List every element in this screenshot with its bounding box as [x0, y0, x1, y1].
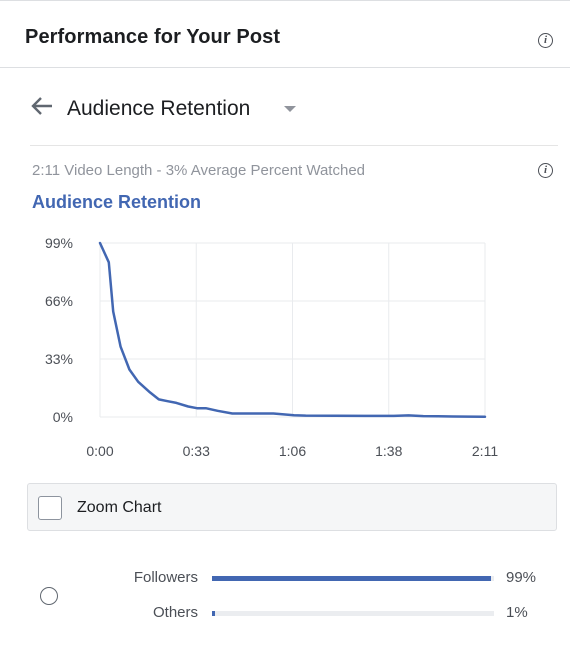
zoom-chart-checkbox[interactable]: [38, 496, 62, 520]
arrow-left-icon[interactable]: [30, 96, 54, 116]
panel-header: Performance for Your Post i: [0, 0, 570, 68]
x-tick-label: 2:11: [472, 443, 498, 459]
panel-title: Performance for Your Post: [25, 26, 281, 48]
info-icon[interactable]: i: [538, 33, 553, 48]
x-tick-label: 1:06: [279, 443, 306, 459]
chart-title: Audience Retention: [32, 192, 202, 212]
video-summary: 2:11 Video Length - 3% Average Percent W…: [32, 162, 366, 179]
followers-label: Followers: [133, 569, 198, 586]
zoom-chart-label: Zoom Chart: [77, 499, 162, 516]
others-percent: 1%: [506, 604, 528, 621]
y-tick-label: 99%: [45, 235, 73, 251]
retention-chart: 99% 66% 33% 0% 0:00 0:33 1:06 1:38 2:11: [0, 225, 570, 470]
y-tick-label: 33%: [45, 351, 73, 367]
caret-down-icon[interactable]: [284, 106, 296, 112]
x-tick-label: 1:38: [375, 443, 402, 459]
retention-chart-svg: 99% 66% 33% 0% 0:00 0:33 1:06 1:38 2:11: [45, 235, 498, 459]
followers-bar: [212, 576, 494, 581]
y-tick-label: 0%: [53, 409, 73, 425]
divider: [30, 145, 558, 146]
info-icon[interactable]: i: [538, 163, 553, 178]
others-bar: [212, 611, 494, 616]
x-tick-label: 0:00: [86, 443, 113, 459]
breakdown-radio[interactable]: [40, 587, 58, 605]
zoom-chart-toggle[interactable]: Zoom Chart: [27, 483, 557, 531]
x-tick-label: 0:33: [183, 443, 210, 459]
followers-bar-fill: [212, 576, 492, 581]
followers-percent: 99%: [506, 569, 537, 586]
metric-selector-row: Audience Retention: [30, 90, 540, 130]
metric-dropdown[interactable]: Audience Retention: [67, 97, 250, 121]
others-bar-fill: [212, 611, 215, 616]
others-label: Others: [152, 604, 198, 621]
y-tick-label: 66%: [45, 293, 73, 309]
